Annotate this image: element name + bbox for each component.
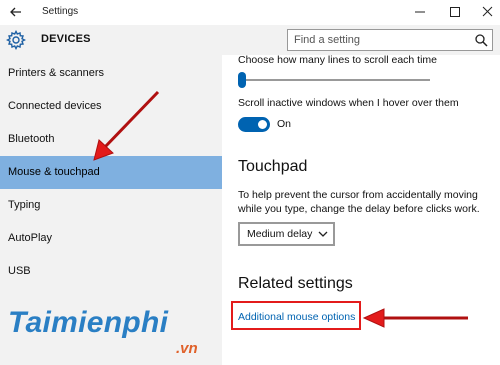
- sidebar-item-label: Mouse & touchpad: [8, 166, 100, 178]
- sidebar-item-label: Bluetooth: [8, 133, 55, 145]
- sidebar-item-label: USB: [8, 265, 31, 277]
- touchpad-delay-select[interactable]: Medium delay: [238, 222, 335, 246]
- sidebar-item-typing[interactable]: Typing: [0, 189, 222, 222]
- gear-icon: [5, 29, 27, 51]
- maximize-button[interactable]: [445, 3, 465, 21]
- watermark-logo: Taimienphi .vn: [8, 306, 218, 362]
- scroll-lines-slider-thumb[interactable]: [238, 72, 246, 88]
- toggle-knob: [258, 120, 267, 129]
- watermark-suffix: .vn: [176, 340, 198, 357]
- sidebar-item-label: Typing: [8, 199, 41, 211]
- sidebar-item-printers-scanners[interactable]: Printers & scanners: [0, 57, 222, 90]
- app-title: Settings: [42, 6, 79, 17]
- related-settings-heading: Related settings: [238, 275, 353, 292]
- scroll-lines-slider[interactable]: [238, 79, 430, 81]
- back-button[interactable]: [8, 4, 24, 20]
- close-icon: [482, 6, 493, 17]
- close-button[interactable]: [478, 3, 498, 21]
- search-input[interactable]: [294, 32, 464, 48]
- minimize-button[interactable]: [410, 3, 430, 21]
- sidebar-item-label: Printers & scanners: [8, 67, 104, 79]
- scroll-inactive-toggle[interactable]: [238, 117, 270, 132]
- sidebar-item-label: AutoPlay: [8, 232, 53, 244]
- touchpad-heading: Touchpad: [238, 158, 308, 175]
- watermark-brand: Taimienphi: [8, 306, 169, 339]
- sidebar-item-label: Connected devices: [8, 100, 102, 112]
- touchpad-delay-value: Medium delay: [247, 228, 313, 240]
- sidebar-item-connected-devices[interactable]: Connected devices: [0, 90, 222, 123]
- sidebar-item-autoplay[interactable]: AutoPlay: [0, 222, 222, 255]
- search-icon[interactable]: [474, 33, 488, 47]
- page-header: DEVICES: [0, 25, 500, 55]
- back-arrow-icon: [10, 7, 21, 17]
- sidebar-item-mouse-touchpad[interactable]: Mouse & touchpad: [0, 156, 222, 189]
- title-bar: Settings: [0, 0, 500, 25]
- highlight-box: [231, 301, 361, 330]
- search-box[interactable]: [287, 29, 493, 51]
- touchpad-description-line2: while you type, change the delay before …: [238, 203, 480, 215]
- sidebar-item-bluetooth[interactable]: Bluetooth: [0, 123, 222, 156]
- sidebar-item-usb[interactable]: USB: [0, 255, 222, 288]
- main-content: Choose how many lines to scroll each tim…: [222, 55, 500, 365]
- minimize-icon: [415, 11, 425, 13]
- chevron-down-icon: [318, 231, 328, 237]
- scroll-inactive-label: Scroll inactive windows when I hover ove…: [238, 97, 459, 109]
- maximize-icon: [450, 7, 460, 17]
- page-title: DEVICES: [41, 33, 91, 45]
- touchpad-description-line1: To help prevent the cursor from accident…: [238, 189, 478, 201]
- scroll-lines-label: Choose how many lines to scroll each tim…: [238, 55, 438, 66]
- toggle-state-label: On: [277, 118, 292, 130]
